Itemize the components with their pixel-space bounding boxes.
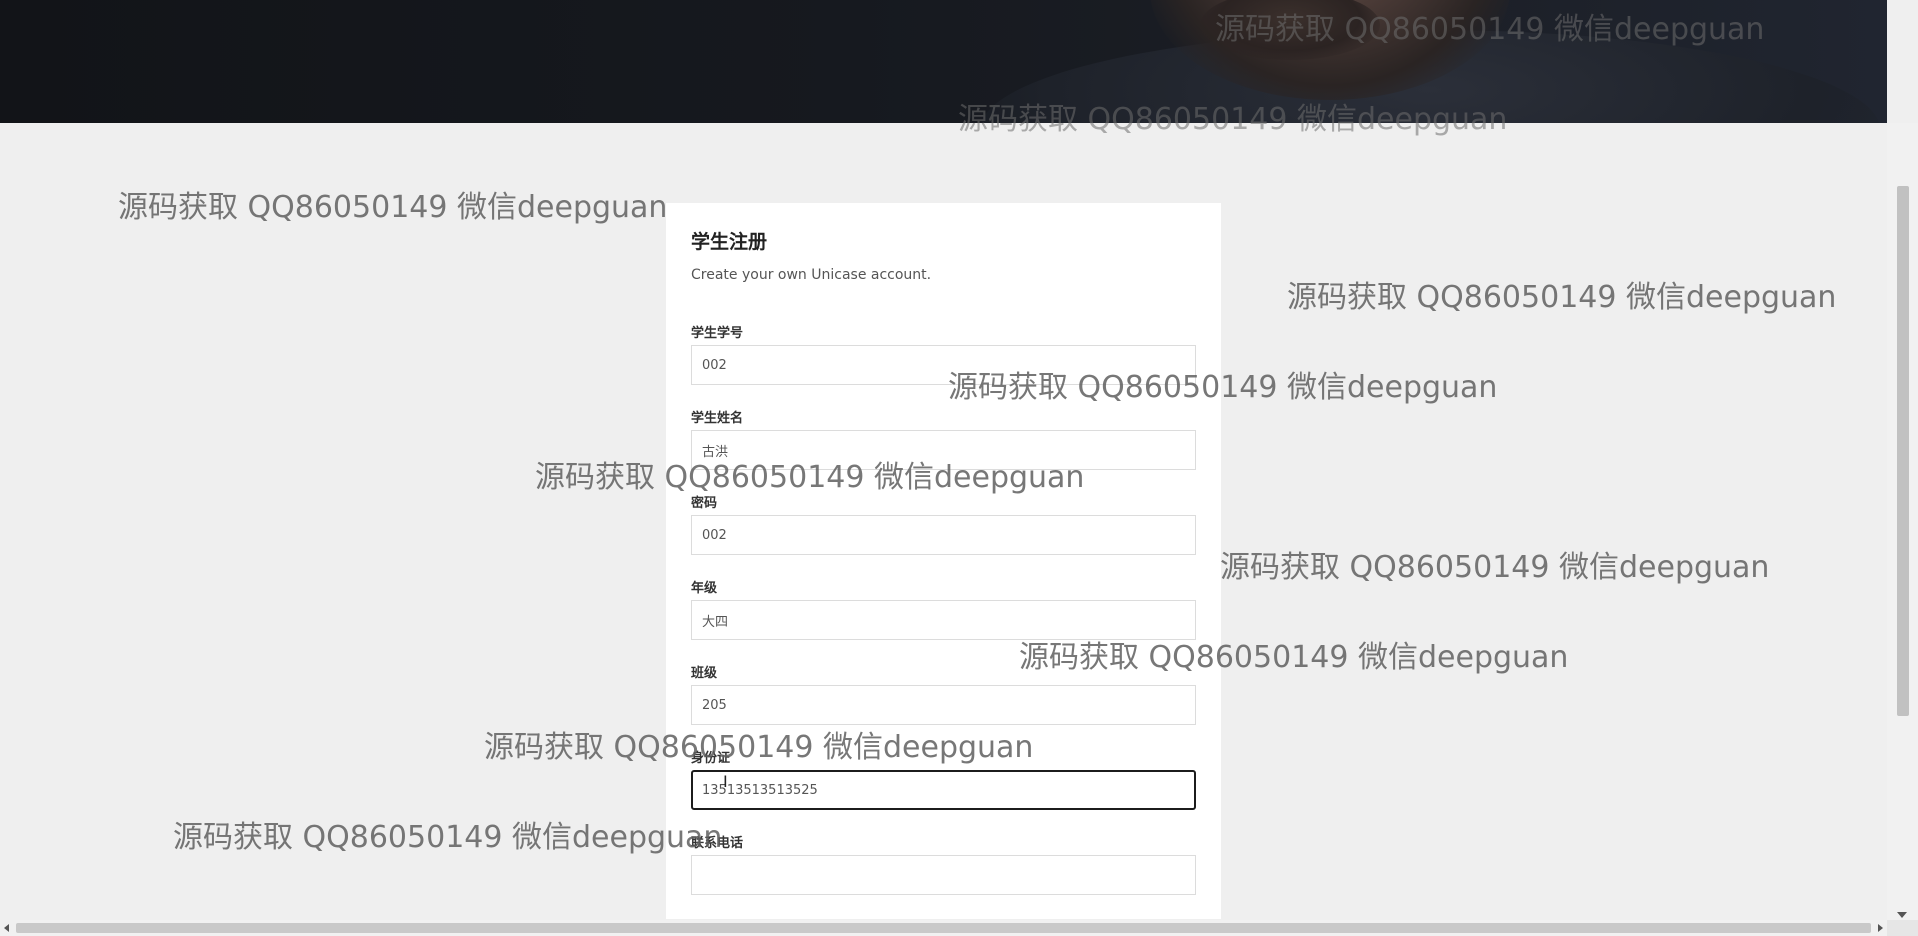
watermark: 源码获取 QQ86050149 微信deepguan xyxy=(118,190,668,225)
watermark: 源码获取 QQ86050149 微信deepguan xyxy=(1220,550,1770,585)
horizontal-scrollbar-thumb[interactable] xyxy=(16,923,1871,933)
phone-input[interactable] xyxy=(691,855,1196,895)
field-class: 班级 xyxy=(691,662,1196,725)
watermark: 源码获取 QQ86050149 微信deepguan xyxy=(1287,280,1837,315)
horizontal-scrollbar[interactable] xyxy=(0,920,1887,936)
vertical-scrollbar-thumb[interactable] xyxy=(1897,186,1909,716)
student-id-input[interactable] xyxy=(691,345,1196,385)
scroll-left-arrow-icon[interactable] xyxy=(4,924,9,932)
form-title: 学生注册 xyxy=(691,231,768,253)
field-password: 密码 xyxy=(691,492,1196,555)
field-student-id: 学生学号 xyxy=(691,322,1196,385)
id-card-input[interactable] xyxy=(691,770,1196,810)
scroll-down-arrow-icon[interactable] xyxy=(1897,912,1907,918)
grade-input[interactable] xyxy=(691,600,1196,640)
field-label: 身份证 xyxy=(691,751,731,766)
student-name-input[interactable] xyxy=(691,430,1196,470)
field-grade: 年级 xyxy=(691,577,1196,640)
field-label: 密码 xyxy=(691,496,718,511)
field-label: 联系电话 xyxy=(691,836,744,851)
watermark: 源码获取 QQ86050149 微信deepguan xyxy=(173,820,723,855)
field-label: 学生学号 xyxy=(691,326,744,341)
registration-form-card: 学生注册 Create your own Unicase account. 学生… xyxy=(666,203,1221,919)
field-label: 班级 xyxy=(691,666,718,681)
class-input[interactable] xyxy=(691,685,1196,725)
text-cursor-icon: I xyxy=(723,772,728,791)
password-input[interactable] xyxy=(691,515,1196,555)
vertical-scrollbar[interactable] xyxy=(1887,123,1918,920)
field-phone: 联系电话 xyxy=(691,832,1196,895)
field-student-name: 学生姓名 xyxy=(691,407,1196,470)
field-label: 年级 xyxy=(691,581,718,596)
scroll-right-arrow-icon[interactable] xyxy=(1878,924,1883,932)
field-id-card: 身份证 xyxy=(691,747,1196,810)
hero-banner xyxy=(0,0,1887,123)
form-subtitle: Create your own Unicase account. xyxy=(691,267,932,283)
scrollbar-corner xyxy=(1887,920,1918,936)
field-label: 学生姓名 xyxy=(691,411,744,426)
